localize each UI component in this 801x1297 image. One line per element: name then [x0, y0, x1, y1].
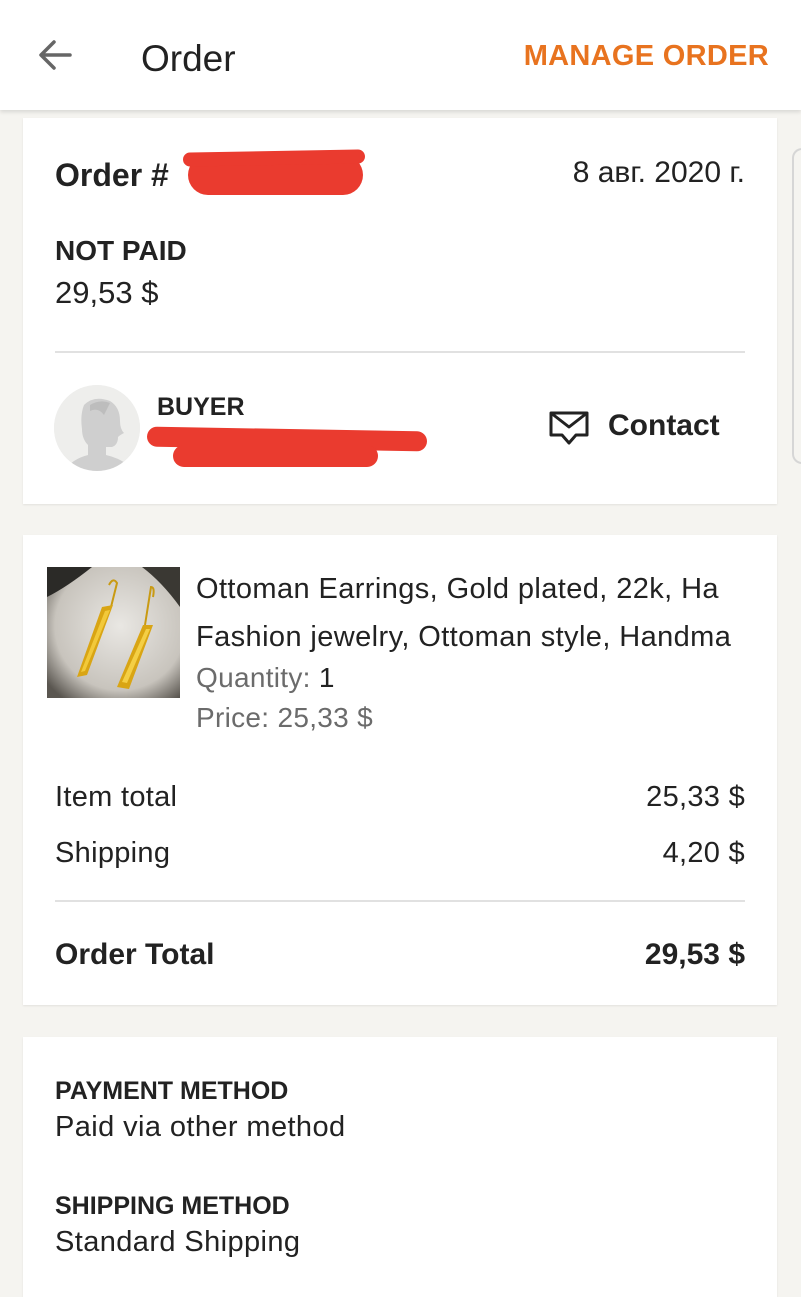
- person-silhouette-icon: [54, 385, 140, 471]
- message-icon: [549, 411, 589, 445]
- item-price: Price: 25,33 $: [196, 702, 373, 734]
- divider: [55, 900, 745, 902]
- order-amount: 29,53 $: [55, 275, 159, 310]
- buyer-label: BUYER: [157, 393, 245, 421]
- contact-label: Contact: [608, 409, 720, 442]
- shipping-value: 4,20 $: [662, 837, 745, 869]
- payment-method-value: Paid via other method: [55, 1111, 346, 1143]
- divider: [55, 351, 745, 353]
- gold-earrings-photo: [47, 567, 180, 698]
- item-total-label: Item total: [55, 781, 178, 813]
- order-items-card: Ottoman Earrings, Gold plated, 22k, Ha F…: [23, 535, 777, 1005]
- item-thumbnail[interactable]: [47, 567, 180, 698]
- arrow-left-icon: [39, 40, 72, 70]
- order-total-label: Order Total: [55, 938, 215, 971]
- shipping-label: Shipping: [55, 837, 171, 869]
- price-label: Price:: [196, 702, 270, 733]
- item-title-line-1[interactable]: Ottoman Earrings, Gold plated, 22k, Ha: [196, 573, 756, 606]
- manage-order-button[interactable]: MANAGE ORDER: [524, 40, 769, 73]
- shipping-method-value: Standard Shipping: [55, 1226, 301, 1258]
- order-date: 8 авг. 2020 г.: [572, 156, 745, 189]
- quantity-label: Quantity:: [196, 662, 311, 693]
- buyer-name-redaction-lower: [173, 445, 378, 467]
- back-button[interactable]: [30, 30, 80, 80]
- buyer-avatar: [54, 385, 140, 471]
- order-number-label: Order #: [55, 157, 169, 193]
- payment-method-label: PAYMENT METHOD: [55, 1077, 289, 1105]
- page-title: Order: [141, 38, 236, 79]
- item-title-line-2[interactable]: Fashion jewelry, Ottoman style, Handma: [196, 621, 756, 654]
- shipping-method-label: SHIPPING METHOD: [55, 1192, 290, 1220]
- app-bar: Order MANAGE ORDER: [0, 0, 801, 110]
- item-total-value: 25,33 $: [646, 781, 745, 813]
- contact-button[interactable]: Contact: [548, 406, 748, 450]
- scroll-edge-indicator: [792, 148, 801, 464]
- quantity-value: 1: [318, 662, 335, 693]
- price-value: 25,33 $: [277, 702, 373, 733]
- methods-card: PAYMENT METHOD Paid via other method SHI…: [23, 1037, 777, 1297]
- order-total-value: 29,53 $: [644, 938, 745, 971]
- order-summary-card: Order # 8 авг. 2020 г. NOT PAID 29,53 $ …: [23, 118, 777, 504]
- item-quantity: Quantity: 1: [196, 662, 335, 694]
- payment-status-badge: NOT PAID: [55, 235, 187, 266]
